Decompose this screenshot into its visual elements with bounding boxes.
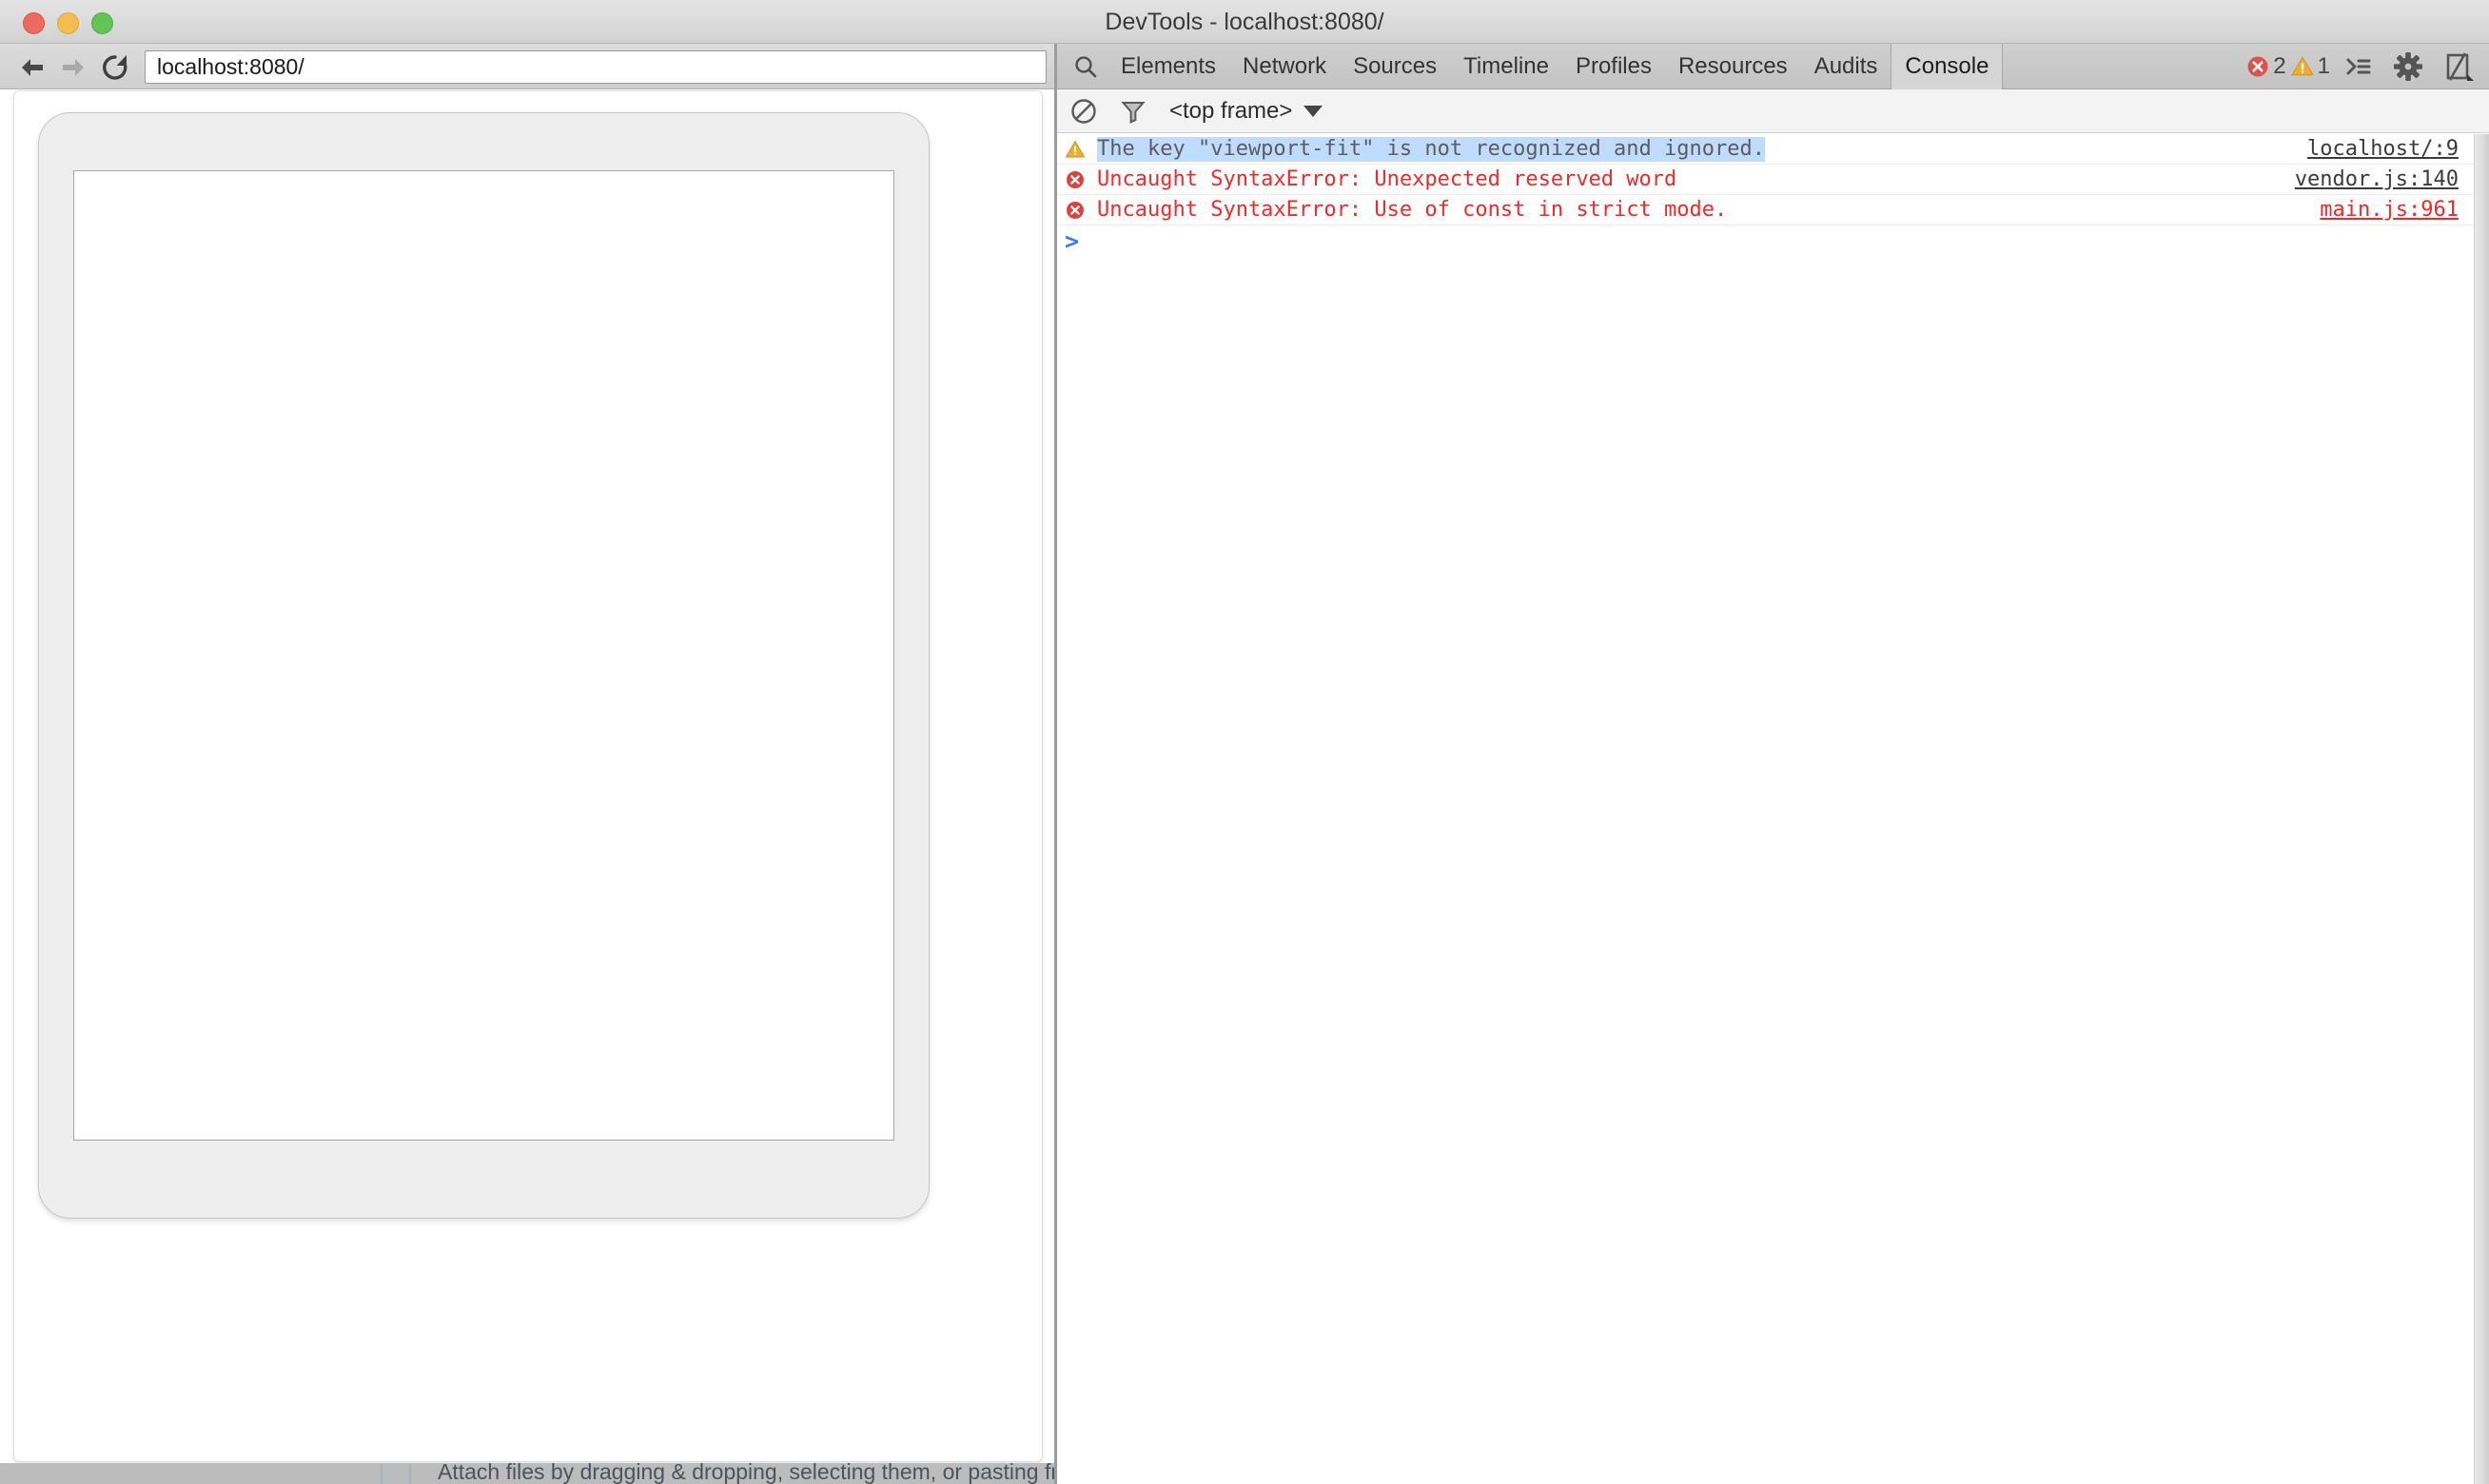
reload-button[interactable]	[99, 51, 131, 84]
console-message-source-link[interactable]: localhost/:9	[2307, 137, 2459, 162]
execution-context-selector[interactable]: <top frame>	[1169, 98, 1323, 125]
tab-sources[interactable]: Sources	[1340, 44, 1450, 89]
browser-toolbar: localhost:8080/	[0, 44, 1056, 89]
execution-context-label: <top frame>	[1169, 97, 1293, 124]
window-title: DevTools - localhost:8080/	[1105, 9, 1384, 35]
clear-console-icon[interactable]	[1070, 98, 1097, 125]
console-message-row[interactable]: Uncaught SyntaxError: Unexpected reserve…	[1057, 165, 2474, 195]
console-message-text: The key "viewport-fit" is not recognized…	[1097, 136, 1765, 162]
maximize-window-button[interactable]	[91, 12, 113, 34]
device-screen-area	[73, 170, 894, 1141]
error-count-value: 2	[2273, 52, 2286, 79]
back-button[interactable]	[16, 51, 49, 84]
console-message-text: Uncaught SyntaxError: Use of const in st…	[1097, 197, 1728, 222]
prompt-caret-icon: >	[1065, 227, 1080, 255]
gear-icon[interactable]	[2392, 50, 2424, 83]
minimize-window-button[interactable]	[57, 12, 79, 34]
tab-timeline[interactable]: Timeline	[1450, 44, 1562, 89]
dock-side-icon[interactable]	[2441, 50, 2474, 83]
page-content-card	[13, 90, 1043, 1462]
filter-icon[interactable]	[1120, 98, 1147, 125]
console-message-row[interactable]: Uncaught SyntaxError: Use of const in st…	[1057, 195, 2474, 225]
console-message-list[interactable]: The key "viewport-fit" is not recognized…	[1057, 134, 2474, 1484]
tablet-device-mock	[38, 112, 930, 1219]
error-circle-icon	[1067, 201, 1084, 219]
console-message-text: Uncaught SyntaxError: Unexpected reserve…	[1097, 166, 1677, 191]
window-titlebar: DevTools - localhost:8080/	[0, 0, 2489, 44]
warning-triangle-icon	[1065, 140, 1086, 157]
console-message-source-link[interactable]: vendor.js:140	[2295, 167, 2459, 192]
desktop-backdrop: DevTools - localhost:8080/ localhost:808…	[0, 0, 2489, 1484]
browser-window: DevTools - localhost:8080/ localhost:808…	[0, 0, 2489, 1484]
tab-resources[interactable]: Resources	[1665, 44, 1801, 89]
console-prompt-row[interactable]: >	[1057, 225, 2474, 258]
console-filter-bar: <top frame>	[1057, 89, 2489, 133]
error-circle-icon	[2247, 56, 2268, 76]
address-bar-input[interactable]: localhost:8080/	[145, 50, 1047, 84]
tab-console[interactable]: Console	[1891, 44, 2004, 89]
console-message-row[interactable]: The key "viewport-fit" is not recognized…	[1057, 134, 2474, 165]
warning-triangle-icon	[2290, 55, 2314, 75]
forward-button[interactable]	[57, 51, 89, 84]
console-scrollbar[interactable]	[2474, 134, 2489, 1484]
tab-network[interactable]: Network	[1229, 44, 1340, 89]
error-count-badge[interactable]: 2	[2245, 52, 2286, 80]
devtools-tabbar: Elements Network Sources Timeline Profil…	[1057, 44, 2489, 89]
console-prompt-input[interactable]	[1079, 225, 2474, 258]
tab-audits[interactable]: Audits	[1801, 44, 1891, 89]
warning-count-badge[interactable]: 1	[2290, 53, 2330, 80]
tab-profiles[interactable]: Profiles	[1562, 44, 1665, 89]
console-drawer-icon[interactable]	[2342, 50, 2375, 83]
tab-elements[interactable]: Elements	[1107, 44, 1229, 89]
error-circle-icon	[1067, 170, 1084, 188]
console-message-source-link[interactable]: main.js:961	[2320, 198, 2459, 223]
window-controls	[23, 12, 113, 34]
close-window-button[interactable]	[23, 12, 45, 34]
devtools-panel: Elements Network Sources Timeline Profil…	[1056, 44, 2489, 1484]
chevron-down-icon	[1303, 105, 1323, 117]
page-viewport	[0, 90, 1056, 1484]
search-icon[interactable]	[1073, 54, 1098, 79]
warning-count-value: 1	[2317, 52, 2330, 79]
